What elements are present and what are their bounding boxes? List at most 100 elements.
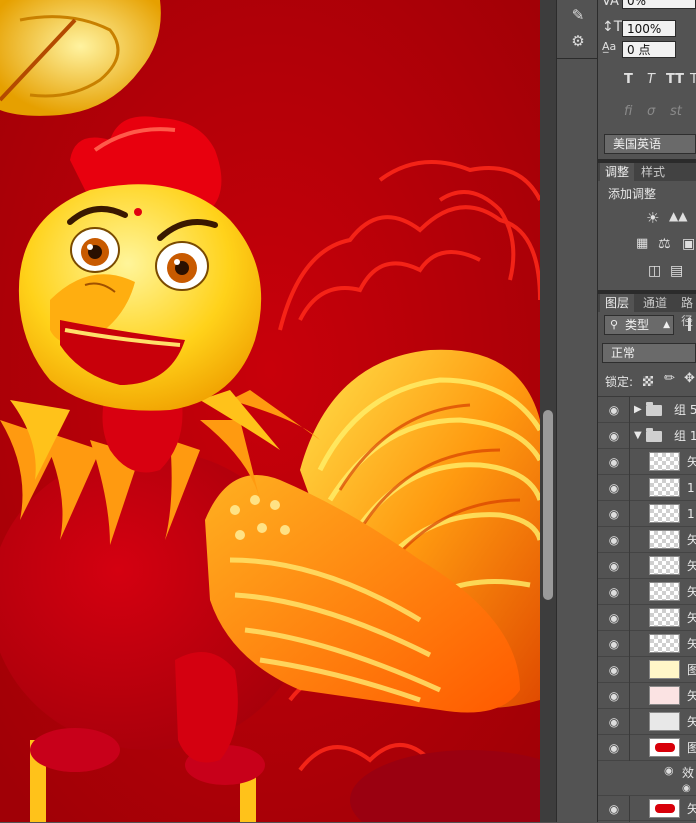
layer-thumbnail: [649, 530, 680, 549]
ligatures-button[interactable]: fi: [624, 104, 632, 119]
invert-icon[interactable]: ◫: [648, 263, 661, 279]
lock-transparency-icon[interactable]: [643, 376, 653, 386]
eye-icon[interactable]: ◉: [606, 532, 622, 548]
eye-icon[interactable]: ◉: [606, 688, 622, 704]
layer-row[interactable]: ◉ 矢: [598, 553, 696, 579]
eye-icon[interactable]: ◉: [606, 558, 622, 574]
eye-icon[interactable]: ◉: [606, 454, 622, 470]
tab-adjustments[interactable]: 调整: [600, 163, 635, 181]
brightness-contrast-icon[interactable]: ☀: [646, 209, 659, 227]
effects-row[interactable]: ◉ 效: [598, 761, 696, 783]
filter-pixel-icon[interactable]: [688, 318, 691, 331]
scrollbar-thumb[interactable]: [543, 410, 553, 600]
discretionary-ligatures-button[interactable]: st: [670, 104, 682, 119]
layer-row[interactable]: ◉ 矢: [598, 527, 696, 553]
baseline-shift-icon: A̲a: [602, 40, 617, 53]
eye-icon[interactable]: ◉: [606, 801, 622, 817]
hue-saturation-icon[interactable]: ▦: [636, 236, 648, 251]
eye-icon[interactable]: ◉: [606, 610, 622, 626]
chevron-down-icon[interactable]: ▼: [634, 423, 642, 449]
layer-thumbnail: [649, 634, 680, 653]
layer-filter-dropdown[interactable]: 类型 ⚲ ▲: [604, 315, 674, 335]
eye-icon[interactable]: ◉: [664, 764, 674, 777]
levels-icon[interactable]: ▲▲: [669, 209, 687, 223]
layer-thumbnail: [649, 686, 680, 705]
tab-channels[interactable]: 通道: [638, 294, 672, 312]
eye-icon[interactable]: ◉: [606, 714, 622, 730]
layer-name: 矢: [687, 533, 696, 547]
layer-row[interactable]: ◉ 图: [598, 735, 696, 761]
layer-name: 矢: [687, 689, 696, 703]
layer-group-row[interactable]: ◉ ▼ 组 1: [598, 423, 696, 449]
language-dropdown[interactable]: 美国英语: [604, 134, 696, 154]
brush-presets-icon[interactable]: ✎: [565, 4, 591, 26]
layer-row[interactable]: ◉ 矢: [598, 795, 696, 822]
layer-name: 矢: [687, 585, 696, 599]
layer-name: 1: [687, 507, 695, 521]
faux-italic-button[interactable]: T: [647, 72, 655, 87]
eye-icon[interactable]: ◉: [682, 783, 691, 794]
layer-group-row[interactable]: ◉ ▶ 组 5: [598, 397, 696, 423]
all-caps-button[interactable]: TT: [666, 72, 684, 87]
layer-name: 矢: [687, 611, 696, 625]
layer-name: 矢: [687, 455, 696, 469]
tracking-field[interactable]: 0%: [622, 0, 696, 9]
layer-row[interactable]: ◉ 矢: [598, 579, 696, 605]
layer-name: 矢: [687, 802, 696, 816]
layer-row[interactable]: ◉ 1: [598, 475, 696, 501]
eye-icon[interactable]: ◉: [606, 402, 622, 418]
canvas-vertical-scrollbar[interactable]: [540, 0, 556, 822]
layer-row[interactable]: ◉ 矢: [598, 449, 696, 475]
eye-icon[interactable]: ◉: [606, 662, 622, 678]
layer-thumbnail: [649, 660, 680, 679]
layer-name: 矢: [687, 559, 696, 573]
layer-row[interactable]: ◉ 矢: [598, 631, 696, 657]
tab-paths[interactable]: 路径: [676, 294, 696, 328]
layer-thumbnail: [649, 799, 680, 818]
color-balance-icon[interactable]: ⚖: [658, 236, 671, 252]
adjustments-title: 添加调整: [608, 187, 657, 201]
faux-bold-button[interactable]: T: [624, 72, 633, 87]
folder-open-icon: [646, 428, 662, 442]
layer-row[interactable]: ◉ 1: [598, 501, 696, 527]
lock-brush-icon[interactable]: ✏: [664, 371, 675, 386]
small-caps-button[interactable]: T: [690, 72, 696, 87]
layer-thumbnail: [649, 608, 680, 627]
search-icon: ⚲: [610, 318, 619, 331]
chevron-updown-icon: ▲: [663, 320, 670, 330]
layer-filter-label: 类型: [625, 318, 650, 332]
tool-presets-icon[interactable]: ⚙: [565, 30, 591, 52]
layers-tabbar: 图层 通道 路径: [598, 294, 696, 328]
eye-icon[interactable]: ◉: [606, 506, 622, 522]
layer-thumbnail: [649, 738, 680, 757]
contextual-alternates-button[interactable]: σ: [647, 104, 655, 119]
layer-row[interactable]: ◉ 矢: [598, 605, 696, 631]
document-canvas[interactable]: [0, 0, 540, 822]
blend-mode-dropdown[interactable]: 正常: [602, 343, 696, 363]
panel-icon-strip: ✎ ⚙: [556, 0, 598, 822]
layer-row[interactable]: ◉ 矢: [598, 709, 696, 735]
baseline-shift-field[interactable]: 0 点: [622, 41, 676, 58]
lock-move-icon[interactable]: ✥: [684, 371, 695, 386]
eye-icon[interactable]: ◉: [606, 584, 622, 600]
eye-icon[interactable]: ◉: [606, 740, 622, 756]
layer-thumbnail: [649, 478, 680, 497]
tab-styles[interactable]: 样式: [636, 163, 670, 181]
eye-icon[interactable]: ◉: [606, 428, 622, 444]
layer-row[interactable]: ◉ 图: [598, 657, 696, 683]
black-white-icon[interactable]: ▣: [682, 236, 695, 252]
effects-label: 效: [682, 766, 695, 780]
eye-icon[interactable]: ◉: [606, 636, 622, 652]
chevron-right-icon[interactable]: ▶: [634, 397, 642, 423]
tab-layers[interactable]: 图层: [600, 294, 635, 312]
layer-thumbnail: [649, 504, 680, 523]
scale-field[interactable]: 100%: [622, 20, 676, 37]
eye-icon[interactable]: ◉: [606, 480, 622, 496]
layer-thumbnail: [649, 452, 680, 471]
gradient-map-icon[interactable]: ▤: [670, 263, 683, 279]
layer-row[interactable]: ◉ 矢: [598, 683, 696, 709]
layer-name: 矢: [687, 715, 696, 729]
layers-list: ◉ ▶ 组 5 ◉ ▼ 组 1 ◉ 矢 ◉ 1 ◉ 1 ◉ 矢 ◉ 矢 ◉ 矢 …: [598, 396, 696, 823]
folder-icon: [646, 402, 662, 416]
layer-thumbnail: [649, 582, 680, 601]
